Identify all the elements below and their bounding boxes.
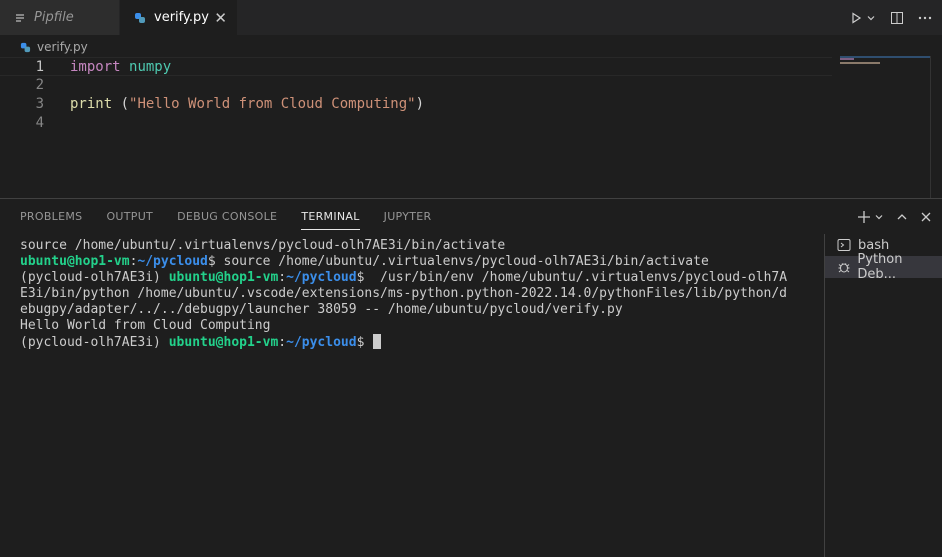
terminal-line: source /home/ubuntu/.virtualenvs/pycloud… — [20, 238, 820, 254]
play-icon — [852, 11, 862, 24]
terminal-line: Hello World from Cloud Computing — [20, 318, 820, 334]
tab-label: verify.py — [154, 10, 209, 25]
tab-problems[interactable]: PROBLEMS — [12, 199, 90, 234]
line-code: import numpy — [70, 58, 171, 77]
keyword-import: import — [70, 59, 121, 75]
chevron-up-icon — [897, 213, 907, 219]
panel-actions — [857, 199, 932, 234]
close-icon[interactable]: ✕ — [214, 9, 227, 27]
tab-jupyter[interactable]: JUPYTER — [376, 199, 440, 234]
venv-label: (pycloud-olh7AE3i) — [20, 335, 169, 350]
chevron-down-icon[interactable] — [866, 13, 876, 23]
code-line[interactable]: 4 — [0, 114, 832, 133]
code-line[interactable]: 1 import numpy — [0, 57, 832, 76]
prompt-user: ubuntu@hop1-vm — [168, 335, 279, 350]
module-name: numpy — [129, 59, 172, 75]
tab-output[interactable]: OUTPUT — [98, 199, 161, 234]
terminal-text: : — [278, 270, 287, 285]
terminal-text: $ source /home/ubuntu/.virtualenvs/pyclo… — [207, 254, 709, 269]
terminal-icon — [837, 238, 853, 252]
venv-label: (pycloud-olh7AE3i) — [20, 270, 169, 285]
minimap-line — [840, 58, 854, 60]
terminal-line: E3i/bin/python /home/ubuntu/.vscode/exte… — [20, 286, 820, 302]
code-editor[interactable]: 1 import numpy 2 3 print ("Hello World f… — [0, 56, 942, 198]
line-number: 2 — [35, 77, 44, 93]
prompt-path: ~/pycloud — [137, 254, 208, 269]
more-actions-button[interactable] — [918, 11, 932, 25]
terminal-text: source /home/ubuntu/.virtualenvs/pycloud… — [20, 238, 506, 253]
close-panel-button[interactable] — [920, 211, 932, 223]
new-terminal-button[interactable] — [857, 210, 884, 224]
session-label: bash — [858, 237, 890, 253]
terminal-text: $ — [356, 335, 373, 350]
code-line[interactable]: 3 print ("Hello World from Cloud Computi… — [0, 95, 832, 114]
breadcrumb[interactable]: verify.py — [20, 38, 88, 56]
tab-debug-console[interactable]: DEBUG CONSOLE — [169, 199, 285, 234]
line-number: 1 — [35, 59, 44, 75]
plus-icon — [858, 210, 870, 223]
minimap-line — [840, 62, 880, 64]
line-code: print ("Hello World from Cloud Computing… — [70, 95, 424, 114]
session-label: Python Deb... — [857, 252, 903, 282]
terminal-text: $ /usr/bin/env /home/ubuntu/.virtualenvs… — [356, 270, 788, 285]
maximize-panel-button[interactable] — [896, 211, 908, 223]
ellipsis-icon — [918, 16, 932, 19]
split-icon — [891, 11, 903, 24]
tab-terminal[interactable]: TERMINAL — [293, 199, 367, 234]
terminal-text: : — [278, 335, 287, 350]
editor-tab-bar: Pipfile verify.py ✕ — [0, 0, 942, 35]
tab-verify-py[interactable]: verify.py ✕ — [120, 0, 238, 35]
terminal-cursor — [373, 334, 382, 349]
prompt-user: ubuntu@hop1-vm — [20, 254, 130, 269]
string-literal: "Hello World from Cloud Computing" — [129, 96, 416, 112]
python-icon — [132, 12, 148, 24]
minimap-viewport[interactable] — [840, 56, 930, 58]
close-icon — [921, 212, 931, 221]
lines-icon — [12, 12, 28, 24]
editor-scrollbar[interactable] — [930, 56, 942, 198]
split-editor-button[interactable] — [890, 11, 904, 25]
run-button[interactable] — [850, 11, 876, 24]
terminal-session-list: bash Python Deb... — [824, 234, 942, 557]
prompt-path: ~/pycloud — [286, 270, 357, 285]
prompt-user: ubuntu@hop1-vm — [168, 270, 279, 285]
terminal-session-python-debug[interactable]: Python Deb... — [825, 252, 942, 282]
python-icon — [20, 42, 31, 53]
program-output: Hello World from Cloud Computing — [20, 318, 271, 333]
terminal-line: (pycloud-olh7AE3i) ubuntu@hop1-vm:~/pycl… — [20, 334, 820, 350]
terminal-output[interactable]: source /home/ubuntu/.virtualenvs/pycloud… — [20, 238, 820, 350]
panel-tabs: PROBLEMS OUTPUT DEBUG CONSOLE TERMINAL J… — [12, 199, 447, 234]
line-number: 3 — [35, 96, 44, 112]
breadcrumb-file[interactable]: verify.py — [37, 40, 88, 54]
editor-actions — [850, 0, 932, 35]
bottom-panel: PROBLEMS OUTPUT DEBUG CONSOLE TERMINAL J… — [0, 198, 942, 557]
paren-open: ( — [112, 96, 130, 112]
terminal-text: E3i/bin/python /home/ubuntu/.vscode/exte… — [20, 286, 788, 301]
paren-close: ) — [415, 96, 425, 112]
code-line[interactable]: 2 — [0, 76, 832, 95]
terminal-line: (pycloud-olh7AE3i) ubuntu@hop1-vm:~/pycl… — [20, 270, 820, 286]
tab-label: Pipfile — [34, 10, 74, 25]
chevron-down-icon[interactable] — [874, 212, 884, 222]
tab-pipfile[interactable]: Pipfile — [0, 0, 120, 35]
terminal-text: ebugpy/adapter/../../debugpy/launcher 38… — [20, 302, 623, 317]
terminal-line: ubuntu@hop1-vm:~/pycloud$ source /home/u… — [20, 254, 820, 270]
function-print: print — [70, 96, 113, 112]
line-number: 4 — [35, 115, 44, 131]
prompt-path: ~/pycloud — [286, 335, 357, 350]
bug-icon — [837, 260, 852, 274]
terminal-line: ebugpy/adapter/../../debugpy/launcher 38… — [20, 302, 820, 318]
minimap[interactable] — [840, 56, 930, 198]
